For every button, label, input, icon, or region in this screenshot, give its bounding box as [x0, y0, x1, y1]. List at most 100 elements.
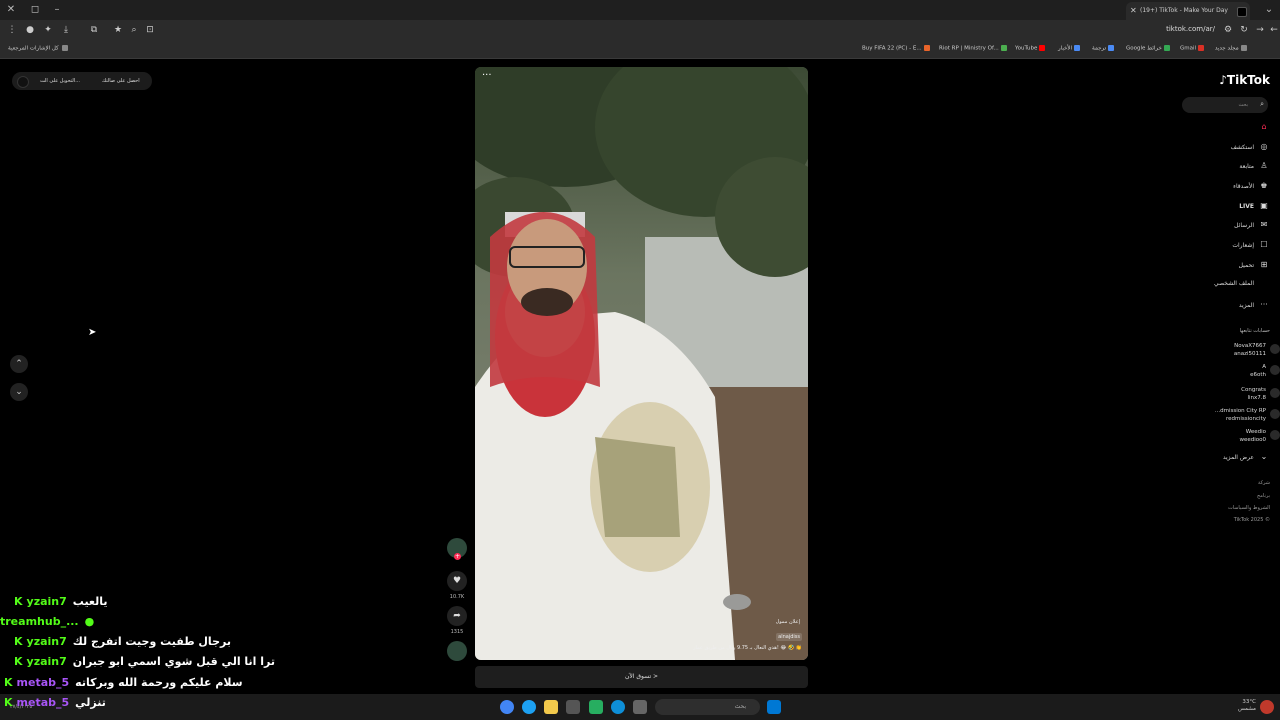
user-avatar-icon[interactable]: [1260, 700, 1274, 714]
kick-badge-icon: K: [14, 635, 23, 648]
bookmark-6[interactable]: Gmail: [1180, 45, 1205, 52]
chat-message: Kmetab_5 تنزلي: [4, 696, 106, 709]
next-video-button[interactable]: ⌄: [10, 383, 28, 401]
video-caption: هذي النعال بـ 9.75 ريال من طريق عمار! 😂 …: [693, 645, 802, 651]
taskbar-search[interactable]: بحث: [655, 699, 760, 715]
video-author[interactable]: alnajdiss: [776, 633, 802, 641]
likes-count: 10.7K: [449, 594, 465, 600]
nav-notifications[interactable]: إشعارات ☐: [1232, 240, 1270, 249]
bookmark-1[interactable]: Riot RP | Ministry Of...: [939, 45, 1007, 52]
top-left-pill[interactable]: التحويل على الت... احصل على صالتك: [12, 72, 152, 90]
avatar: [1270, 430, 1280, 440]
pill-item-2[interactable]: التحويل على الت...: [40, 78, 80, 84]
nav-explore[interactable]: استكشف ◎: [1231, 142, 1270, 151]
share-icon[interactable]: ⧉: [88, 25, 100, 35]
kick-badge-icon: ●: [84, 615, 95, 628]
address-bar: ⋮ ● ✦ ⤓ ⧉ ★ ⌕ ⊡ tiktok.com/ar/ ⚙ ↻ → ←: [0, 20, 1280, 42]
nav-more[interactable]: المزيد ···: [1239, 300, 1270, 309]
kick-badge-icon: K: [4, 676, 13, 689]
bookmarks-bar: كل الإشارات المرجعية Buy FIFA 22 (PC) - …: [0, 42, 1280, 59]
task-view-icon[interactable]: [633, 700, 647, 714]
download-icon[interactable]: ⤓: [60, 25, 72, 35]
avatar: [17, 76, 29, 88]
following-account[interactable]: Weedio weedioo0: [1186, 428, 1280, 444]
windows-start-icon[interactable]: [767, 700, 781, 714]
chat-message: treamhub_... ●: [0, 615, 95, 628]
following-account[interactable]: NovaX7667 anazi50111: [1186, 342, 1280, 358]
video-frame: [475, 67, 808, 660]
live-icon: ▣: [1260, 201, 1268, 210]
nav-messages[interactable]: الرسائل ✉: [1234, 220, 1270, 229]
chat-message: Kmetab_5 سلام عليكم ورحمة الله وبركاته: [4, 676, 243, 689]
minimize-window-icon[interactable]: –: [50, 4, 64, 15]
zoom-icon[interactable]: ⌕: [128, 25, 140, 35]
chat-message: Kyzain7 ترا انا الي قبل شوي اسمي ابو جبرا…: [14, 655, 276, 668]
nav-live[interactable]: LIVE ▣: [1239, 201, 1270, 210]
avatar: [1270, 409, 1280, 419]
tiktok-logo[interactable]: ♪TikTok: [1219, 73, 1270, 87]
bookmark-3[interactable]: الأخبار: [1058, 45, 1081, 52]
following-account[interactable]: Congrats linx7.8: [1186, 386, 1280, 402]
heart-icon: ♥: [452, 576, 462, 586]
bookmark-0[interactable]: Buy FIFA 22 (PC) - E...: [862, 45, 930, 52]
notifications-icon: ☐: [1260, 240, 1268, 249]
browser-tab[interactable]: ✕ (19+) TikTok - Make Your Day: [1126, 2, 1250, 20]
bookmark-7[interactable]: مجلد جديد: [1215, 45, 1247, 52]
music-disc-icon[interactable]: [447, 641, 467, 661]
edge-icon[interactable]: [611, 700, 625, 714]
close-tab-icon[interactable]: ✕: [1130, 2, 1137, 20]
site-settings-icon[interactable]: ⚙: [1222, 25, 1234, 35]
previous-video-button[interactable]: ⌃: [10, 355, 28, 373]
all-bookmarks[interactable]: كل الإشارات المرجعية: [8, 45, 69, 52]
nav-following[interactable]: متابعة ♙: [1239, 161, 1270, 170]
tab-title: (19+) TikTok - Make Your Day: [1140, 7, 1228, 14]
bookmark-star-icon[interactable]: ★: [112, 25, 124, 35]
nav-profile[interactable]: الملف الشخصي: [1214, 280, 1270, 287]
share-button[interactable]: ➦: [447, 606, 467, 626]
close-window-icon[interactable]: ✕: [4, 4, 18, 15]
restore-window-icon[interactable]: ◻: [28, 4, 42, 15]
shop-now-button[interactable]: تسوق الآن >: [475, 666, 808, 688]
profile-avatar-icon[interactable]: ●: [24, 25, 36, 35]
nav-friends[interactable]: الأصدقاء ♚: [1233, 181, 1270, 190]
footer-link[interactable]: شركة: [1258, 480, 1270, 486]
app-icon[interactable]: [522, 700, 536, 714]
show-more-link[interactable]: عرض المزيد ⌄: [1223, 452, 1270, 461]
forward-icon[interactable]: →: [1254, 25, 1266, 35]
following-account[interactable]: Ae6oth: [1186, 363, 1280, 379]
store-icon[interactable]: [566, 700, 580, 714]
footer-link[interactable]: الشروط والسياسات: [1228, 505, 1270, 511]
search-icon[interactable]: ⌕: [1260, 100, 1264, 109]
following-account[interactable]: ...dmission City RP redmissioncity: [1186, 407, 1280, 423]
footer-link[interactable]: برنامج: [1257, 493, 1270, 499]
bookmark-2[interactable]: YouTube: [1015, 45, 1046, 52]
file-explorer-icon[interactable]: [544, 700, 558, 714]
following-icon: ♙: [1260, 161, 1268, 170]
share-arrow-icon: ➦: [453, 611, 461, 621]
nav-home[interactable]: ⌂: [1254, 122, 1270, 131]
install-app-icon[interactable]: ⊡: [144, 25, 156, 35]
nav-upload[interactable]: تحميل ⊞: [1239, 260, 1270, 269]
weather-widget[interactable]: 33°C مشمس: [1238, 699, 1256, 713]
video-more-icon[interactable]: ···: [482, 70, 492, 81]
chrome-icon[interactable]: [500, 700, 514, 714]
bookmark-5[interactable]: Google خرائط: [1126, 45, 1170, 52]
pill-item-1[interactable]: احصل على صالتك: [102, 78, 140, 84]
compass-icon: ◎: [1260, 142, 1268, 151]
search-input[interactable]: بحث ⌕: [1182, 97, 1268, 113]
more-icon: ···: [1260, 300, 1268, 309]
url-field[interactable]: tiktok.com/ar/: [1166, 25, 1215, 33]
tab-search-icon[interactable]: ⌄: [1262, 4, 1276, 15]
bookmark-4[interactable]: ترجمة: [1092, 45, 1115, 52]
copyright: TikTok 2025 ©: [1233, 517, 1270, 523]
reload-icon[interactable]: ↻: [1238, 25, 1250, 35]
menu-dots-icon[interactable]: ⋮: [6, 25, 18, 35]
kick-badge-icon: K: [4, 696, 13, 709]
chevron-down-icon: ⌄: [1260, 452, 1268, 461]
extension-icon[interactable]: ✦: [42, 25, 54, 35]
like-button[interactable]: ♥: [447, 571, 467, 591]
app-icon[interactable]: [589, 700, 603, 714]
follow-plus-icon[interactable]: +: [454, 553, 461, 560]
back-icon[interactable]: ←: [1268, 25, 1280, 35]
video-player[interactable]: ··· إعلان ممول alnajdiss هذي النعال بـ 9…: [475, 67, 808, 660]
